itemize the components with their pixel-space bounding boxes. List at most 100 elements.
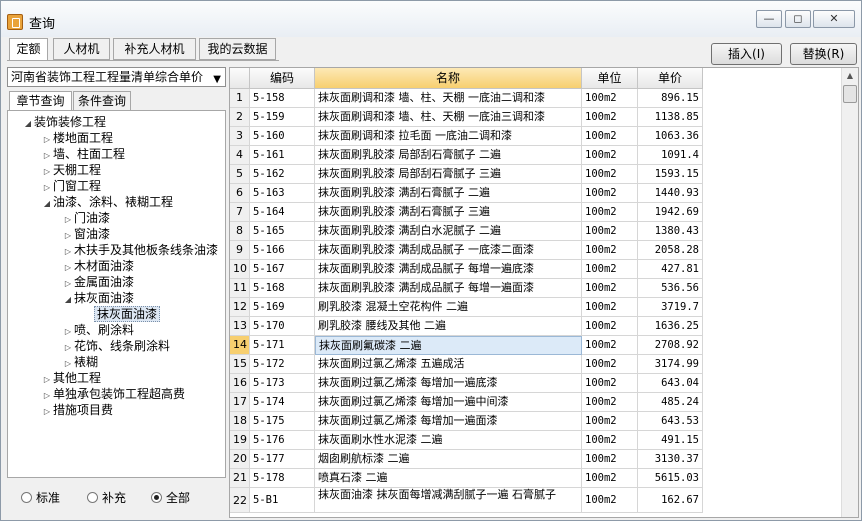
tree-node[interactable]: ▷ 门窗工程 xyxy=(41,178,101,194)
left-panel: 河南省装饰工程工程量清单综合单价 ▼ 章节查询 条件查询 ◢ 装饰装修工程 ▷ 楼地… xyxy=(7,65,226,518)
cell-code: 5-160 xyxy=(250,127,315,146)
tree-node[interactable]: ▷ 木扶手及其他板条线条油漆 xyxy=(62,242,218,258)
table-row[interactable]: 11 5-168 抹灰面刷乳胶漆 满刮成品腻子 每增一遍面漆 100m2 536.56 xyxy=(230,279,703,298)
table-row[interactable]: 19 5-176 抹灰面刷水性水泥漆 二遍 100m2 491.15 xyxy=(230,431,703,450)
cell-name: 抹灰面刷乳胶漆 局部刮石膏腻子 二遍 xyxy=(315,146,582,165)
chevron-down-icon[interactable]: ▼ xyxy=(213,71,221,86)
radio-all[interactable]: 全部 xyxy=(151,489,190,507)
radio-supplementary[interactable]: 补充 xyxy=(87,489,126,507)
column-header-code[interactable]: 编码 xyxy=(250,68,315,89)
table-row[interactable]: 7 5-164 抹灰面刷乳胶漆 满刮石膏腻子 三遍 100m2 1942.69 xyxy=(230,203,703,222)
cell-name: 抹灰面刷乳胶漆 满刮成品腻子 每增一遍面漆 xyxy=(315,279,582,298)
cell-price: 2708.92 xyxy=(638,336,703,355)
table-row[interactable]: 20 5-177 烟囱刷航标漆 二遍 100m2 3130.37 xyxy=(230,450,703,469)
tree-node[interactable]: ◢ 油漆、涂料、裱糊工程 xyxy=(41,194,173,210)
cell-code: 5-158 xyxy=(250,89,315,108)
replace-button[interactable]: 替换(R) xyxy=(790,43,857,65)
tab-my-cloud-data[interactable]: 我的云数据 xyxy=(199,38,276,60)
cell-code: 5-170 xyxy=(250,317,315,336)
table-row[interactable]: 10 5-167 抹灰面刷乳胶漆 满刮成品腻子 每增一遍底漆 100m2 427.81 xyxy=(230,260,703,279)
tree-node[interactable]: ◢ 装饰装修工程 xyxy=(22,114,106,130)
close-button[interactable]: ✕ xyxy=(813,10,855,28)
table-row[interactable]: 16 5-173 抹灰面刷过氯乙烯漆 每增加一遍底漆 100m2 643.04 xyxy=(230,374,703,393)
column-header-name[interactable]: 名称 xyxy=(315,68,582,89)
column-header-price[interactable]: 单价 xyxy=(638,68,703,89)
cell-unit: 100m2 xyxy=(582,108,638,127)
cell-code: 5-162 xyxy=(250,165,315,184)
tree-node[interactable]: ▷ 天棚工程 xyxy=(41,162,101,178)
app-icon xyxy=(7,14,23,30)
table-row[interactable]: 8 5-165 抹灰面刷乳胶漆 满刮白水泥腻子 二遍 100m2 1380.43 xyxy=(230,222,703,241)
cell-unit: 100m2 xyxy=(582,146,638,165)
cell-code: 5-B1 xyxy=(250,488,315,513)
tree-node-selected[interactable]: 抹灰面油漆 xyxy=(82,306,161,322)
tab-labor-material-machine[interactable]: 人材机 xyxy=(53,38,110,60)
tree-node[interactable]: ▷ 木材面油漆 xyxy=(62,258,134,274)
table-row[interactable]: 18 5-175 抹灰面刷过氯乙烯漆 每增加一遍面漆 100m2 643.53 xyxy=(230,412,703,431)
table-row[interactable]: 12 5-169 刷乳胶漆 混凝土空花构件 二遍 100m2 3719.7 xyxy=(230,298,703,317)
tree-node[interactable]: ▷ 单独承包装饰工程超高费 xyxy=(41,386,185,402)
cell-price: 1440.93 xyxy=(638,184,703,203)
collapse-icon[interactable]: ◢ xyxy=(41,196,53,212)
minimize-button[interactable]: — xyxy=(756,10,782,28)
cell-code: 5-163 xyxy=(250,184,315,203)
table-row[interactable]: 3 5-160 抹灰面刷调和漆 拉毛面 一底油二调和漆 100m2 1063.36 xyxy=(230,127,703,146)
table-row[interactable]: 6 5-163 抹灰面刷乳胶漆 满刮石膏腻子 二遍 100m2 1440.93 xyxy=(230,184,703,203)
chapter-tree: ◢ 装饰装修工程 ▷ 楼地面工程 ▷ 墙、柱面工程 ▷ 天棚工程 ▷ 门窗工程 ◢ 油漆、涂… xyxy=(7,110,226,478)
radio-standard[interactable]: 标准 xyxy=(21,489,60,507)
table-row[interactable]: 21 5-178 喷真石漆 二遍 100m2 5615.03 xyxy=(230,469,703,488)
table-row[interactable]: 9 5-166 抹灰面刷乳胶漆 满刮成品腻子 一底漆二面漆 100m2 2058.28 xyxy=(230,241,703,260)
cell-name: 烟囱刷航标漆 二遍 xyxy=(315,450,582,469)
cell-unit: 100m2 xyxy=(582,355,638,374)
maximize-button[interactable]: ◻ xyxy=(785,10,811,28)
table-row[interactable]: 13 5-170 刷乳胶漆 腰线及其他 二遍 100m2 1636.25 xyxy=(230,317,703,336)
table-row[interactable]: 5 5-162 抹灰面刷乳胶漆 局部刮石膏腻子 三遍 100m2 1593.15 xyxy=(230,165,703,184)
tree-node[interactable]: ▷ 裱糊 xyxy=(62,354,98,370)
table-row[interactable]: 1 5-158 抹灰面刷调和漆 墙、柱、天棚 一底油二调和漆 100m2 896.15 xyxy=(230,89,703,108)
collapse-icon[interactable]: ◢ xyxy=(62,292,74,308)
tree-node[interactable]: ▷ 金属面油漆 xyxy=(62,274,134,290)
cell-code: 5-169 xyxy=(250,298,315,317)
cell-unit: 100m2 xyxy=(582,298,638,317)
row-number: 1 xyxy=(230,89,250,108)
row-number: 7 xyxy=(230,203,250,222)
cell-unit: 100m2 xyxy=(582,450,638,469)
column-header-unit[interactable]: 单位 xyxy=(582,68,638,89)
tab-strip-divider xyxy=(7,60,279,61)
tree-node[interactable]: ▷ 门油漆 xyxy=(62,210,110,226)
tree-node[interactable]: ▷ 措施项目费 xyxy=(41,402,113,418)
expand-icon[interactable]: ▷ xyxy=(41,404,53,420)
cell-code: 5-168 xyxy=(250,279,315,298)
tree-node[interactable]: ▷ 花饰、线条刷涂料 xyxy=(62,338,170,354)
tree-node[interactable]: ▷ 墙、柱面工程 xyxy=(41,146,125,162)
tree-node[interactable]: ◢ 抹灰面油漆 xyxy=(62,290,134,306)
table-row[interactable]: 15 5-172 抹灰面刷过氯乙烯漆 五遍成活 100m2 3174.99 xyxy=(230,355,703,374)
cell-price: 1942.69 xyxy=(638,203,703,222)
tree-node[interactable]: ▷ 楼地面工程 xyxy=(41,130,113,146)
table-vertical-scrollbar[interactable]: ▲ xyxy=(841,68,858,517)
table-row[interactable]: 2 5-159 抹灰面刷调和漆 墙、柱、天棚 一底油三调和漆 100m2 1138.85 xyxy=(230,108,703,127)
tab-condition-query[interactable]: 条件查询 xyxy=(73,91,131,111)
cell-unit: 100m2 xyxy=(582,222,638,241)
tree-node[interactable]: ▷ 喷、刷涂料 xyxy=(62,322,134,338)
cell-unit: 100m2 xyxy=(582,393,638,412)
insert-button[interactable]: 插入(I) xyxy=(711,43,782,65)
scroll-up-icon[interactable]: ▲ xyxy=(843,69,857,83)
tab-quota[interactable]: 定额 xyxy=(9,38,48,61)
tab-chapter-query[interactable]: 章节查询 xyxy=(9,91,72,111)
tree-node[interactable]: ▷ 窗油漆 xyxy=(62,226,110,242)
cell-unit: 100m2 xyxy=(582,488,638,513)
library-select[interactable]: 河南省装饰工程工程量清单综合单价 ▼ xyxy=(7,67,226,87)
tab-supplementary-lmm[interactable]: 补充人材机 xyxy=(113,38,196,60)
row-number: 19 xyxy=(230,431,250,450)
table-row[interactable]: 22 5-B1 抹灰面油漆 抹灰面每增减满刮腻子一遍 石膏腻子 100m2 162.67 xyxy=(230,488,703,513)
collapse-icon[interactable]: ◢ xyxy=(22,116,34,132)
table-row[interactable]: 4 5-161 抹灰面刷乳胶漆 局部刮石膏腻子 二遍 100m2 1091.4 xyxy=(230,146,703,165)
scrollbar-thumb[interactable] xyxy=(843,85,857,103)
table-row-selected[interactable]: 14 5-171 抹灰面刷氟碳漆 二遍 100m2 2708.92 xyxy=(230,336,703,355)
row-number: 10 xyxy=(230,260,250,279)
cell-code: 5-177 xyxy=(250,450,315,469)
table-row[interactable]: 17 5-174 抹灰面刷过氯乙烯漆 每增加一遍中间漆 100m2 485.24 xyxy=(230,393,703,412)
radio-circle-icon xyxy=(87,492,98,503)
tree-node[interactable]: ▷ 其他工程 xyxy=(41,370,101,386)
